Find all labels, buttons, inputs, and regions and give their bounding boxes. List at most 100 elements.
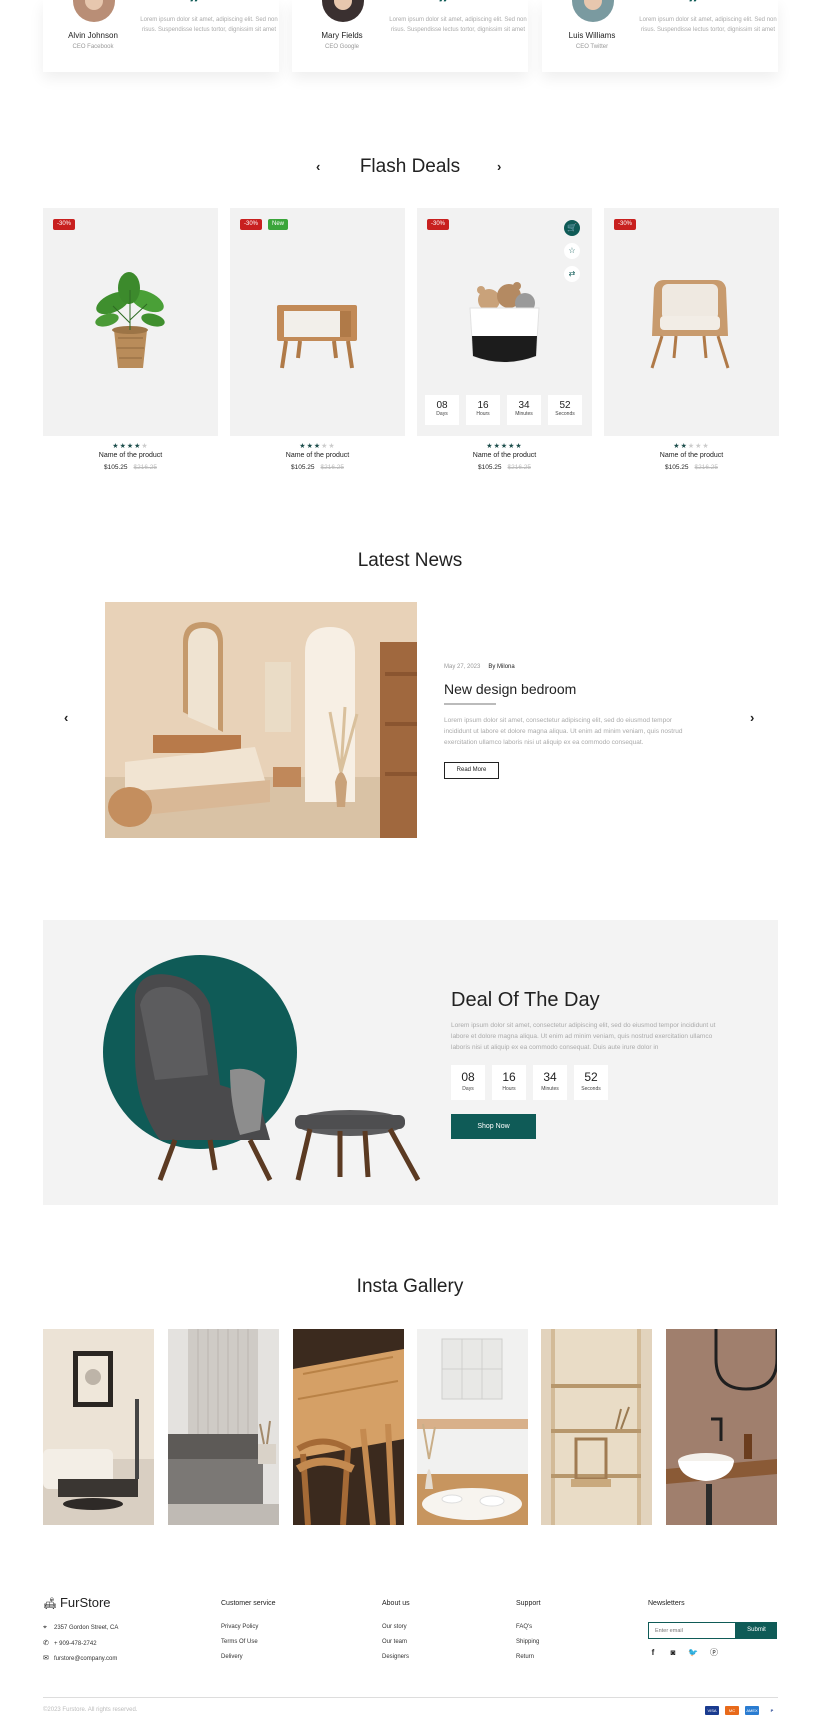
twitter-icon[interactable]: 🐦 (687, 1647, 699, 1659)
countdown-minutes: 34 Minutes (533, 1065, 567, 1100)
potted-plant-image (95, 272, 165, 368)
newsletter-email-input[interactable] (648, 1622, 736, 1639)
product-card-image[interactable]: -30% (604, 208, 779, 436)
testimonial-name: Mary Fields (321, 31, 363, 40)
news-excerpt: Lorem ipsum dolor sit amet, consectetur … (444, 717, 683, 746)
read-more-button[interactable]: Read More (444, 762, 499, 779)
footer-address: ⌖ 2357 Gordon Street, CA (43, 1624, 119, 1631)
footer-link[interactable]: Our story (382, 1624, 407, 1630)
deal-title: Deal Of The Day (451, 989, 600, 1011)
product-price: $105.25 $216.25 (417, 464, 592, 471)
chevron-left-icon[interactable]: ‹ (64, 710, 68, 725)
footer-phone[interactable]: ✆ + 909-478-2742 (43, 1639, 97, 1647)
testimonial-role: CEO Google (324, 44, 360, 50)
pinterest-icon[interactable]: ⓟ (708, 1647, 720, 1659)
news-title[interactable]: New design bedroom (444, 681, 576, 697)
section-title-latest-news: Latest News (357, 550, 463, 571)
price-current: $105.25 (665, 464, 689, 471)
footer-heading-customer-service: Customer service (221, 1600, 276, 1607)
product-card-image[interactable]: -30% New (230, 208, 405, 436)
testimonial-text: Lorem ipsum dolor sit amet, adipiscing e… (389, 17, 527, 33)
product-price: $105.25 $216.25 (43, 464, 218, 471)
product-card-image[interactable]: -30% 🛒 ☆ ⇄ 08 Days 16 Hours 34 Minutes 52 Se… (417, 208, 592, 436)
footer-heading-support: Support (516, 1600, 541, 1607)
gallery-image-kitchen[interactable] (417, 1329, 528, 1525)
news-date: May 27, 2023 (444, 664, 481, 670)
testimonial-card: Luis Williams CEO Twitter ❞ Lorem ipsum … (542, 0, 778, 72)
footer-link[interactable]: Shipping (516, 1639, 539, 1645)
countdown-seconds: 52 Seconds (548, 395, 582, 425)
footer-divider (43, 1697, 778, 1698)
product-price: $105.25 $216.25 (230, 464, 405, 471)
testimonial-role: CEO Facebook (72, 44, 114, 50)
footer-logo-text: FurStore (59, 1595, 111, 1610)
product-name[interactable]: Name of the product (230, 452, 405, 459)
rating-stars: ★★★★★ (486, 443, 523, 450)
quote-icon: ❞ (189, 0, 200, 14)
visa-icon: VISA (705, 1706, 719, 1715)
gallery-image-bathroom[interactable] (666, 1329, 777, 1525)
footer-heading-about-us: About us (382, 1600, 410, 1607)
avatar (73, 0, 115, 22)
quote-icon: ❞ (438, 0, 449, 14)
instagram-icon[interactable]: ◙ (667, 1647, 679, 1659)
gallery-image-living-room[interactable] (43, 1329, 154, 1525)
shop-now-button[interactable]: Shop Now (451, 1114, 536, 1139)
quote-icon: ❞ (688, 0, 699, 14)
sofa-logo-icon: 🛋 (43, 1598, 57, 1610)
price-old: $216.25 (133, 464, 158, 471)
footer-link[interactable]: FAQ's (516, 1624, 532, 1630)
rating-stars: ★★★★★ (112, 443, 149, 450)
price-old: $216.25 (320, 464, 345, 471)
avatar (322, 0, 364, 22)
countdown-hours: 16 Hours (492, 1065, 526, 1100)
news-author: By Milona (488, 664, 515, 670)
footer-link[interactable]: Designers (382, 1654, 409, 1660)
price-current: $105.25 (478, 464, 502, 471)
product-card-image[interactable]: -30% (43, 208, 218, 436)
footer-link[interactable]: Return (516, 1654, 534, 1660)
testimonial-name: Alvin Johnson (68, 31, 118, 40)
product-name[interactable]: Name of the product (604, 452, 779, 459)
price-current: $105.25 (104, 464, 128, 471)
gallery-image-wooden-chair[interactable] (293, 1329, 404, 1525)
chevron-right-icon[interactable]: › (497, 159, 501, 174)
testimonial-card: Mary Fields CEO Google ❞ Lorem ipsum dol… (292, 0, 528, 72)
gallery-image-bedroom[interactable] (168, 1329, 279, 1525)
testimonial-name: Luis Williams (568, 31, 616, 40)
amex-icon: AMEX (745, 1706, 759, 1715)
footer-link[interactable]: Privacy Policy (221, 1624, 258, 1630)
rating-stars: ★★★★★ (673, 443, 710, 450)
location-icon: ⌖ (43, 1624, 47, 1631)
countdown-seconds: 52 Seconds (574, 1065, 608, 1100)
testimonial-card: Alvin Johnson CEO Facebook ❞ Lorem ipsum… (43, 0, 279, 72)
footer-email[interactable]: ✉ furstore@company.com (43, 1654, 117, 1662)
avatar (572, 0, 614, 22)
footer-logo[interactable]: 🛋 FurStore (43, 1595, 111, 1610)
paypal-icon: P (765, 1706, 779, 1715)
news-meta: May 27, 2023 By Milona (444, 664, 515, 670)
newsletter-submit-button[interactable]: Submit (736, 1622, 777, 1639)
testimonial-text: Lorem ipsum dolor sit amet, adipiscing e… (140, 17, 278, 33)
rating-stars: ★★★★★ (299, 443, 336, 450)
deal-description: Lorem ipsum dolor sit amet, consectetur … (451, 1022, 716, 1051)
price-old: $216.25 (507, 464, 532, 471)
testimonial-text: Lorem ipsum dolor sit amet, adipiscing e… (639, 17, 777, 33)
product-price: $105.25 $216.25 (604, 464, 779, 471)
facebook-icon[interactable]: f (647, 1647, 659, 1659)
product-name[interactable]: Name of the product (417, 452, 592, 459)
countdown-minutes: 34 Minutes (507, 395, 541, 425)
title-underline (444, 703, 496, 705)
footer-link[interactable]: Our team (382, 1639, 407, 1645)
footer-link[interactable]: Terms Of Use (221, 1639, 258, 1645)
gallery-image-shelves[interactable] (541, 1329, 652, 1525)
countdown-days: 08 Days (451, 1065, 485, 1100)
testimonial-role: CEO Twitter (575, 44, 609, 50)
price-old: $216.25 (694, 464, 719, 471)
chevron-right-icon[interactable]: › (750, 710, 754, 725)
product-name[interactable]: Name of the product (43, 452, 218, 459)
countdown-hours: 16 Hours (466, 395, 500, 425)
news-image[interactable] (105, 602, 417, 838)
footer-link[interactable]: Delivery (221, 1654, 243, 1660)
footer-heading-newsletters: Newsletters (648, 1600, 685, 1607)
